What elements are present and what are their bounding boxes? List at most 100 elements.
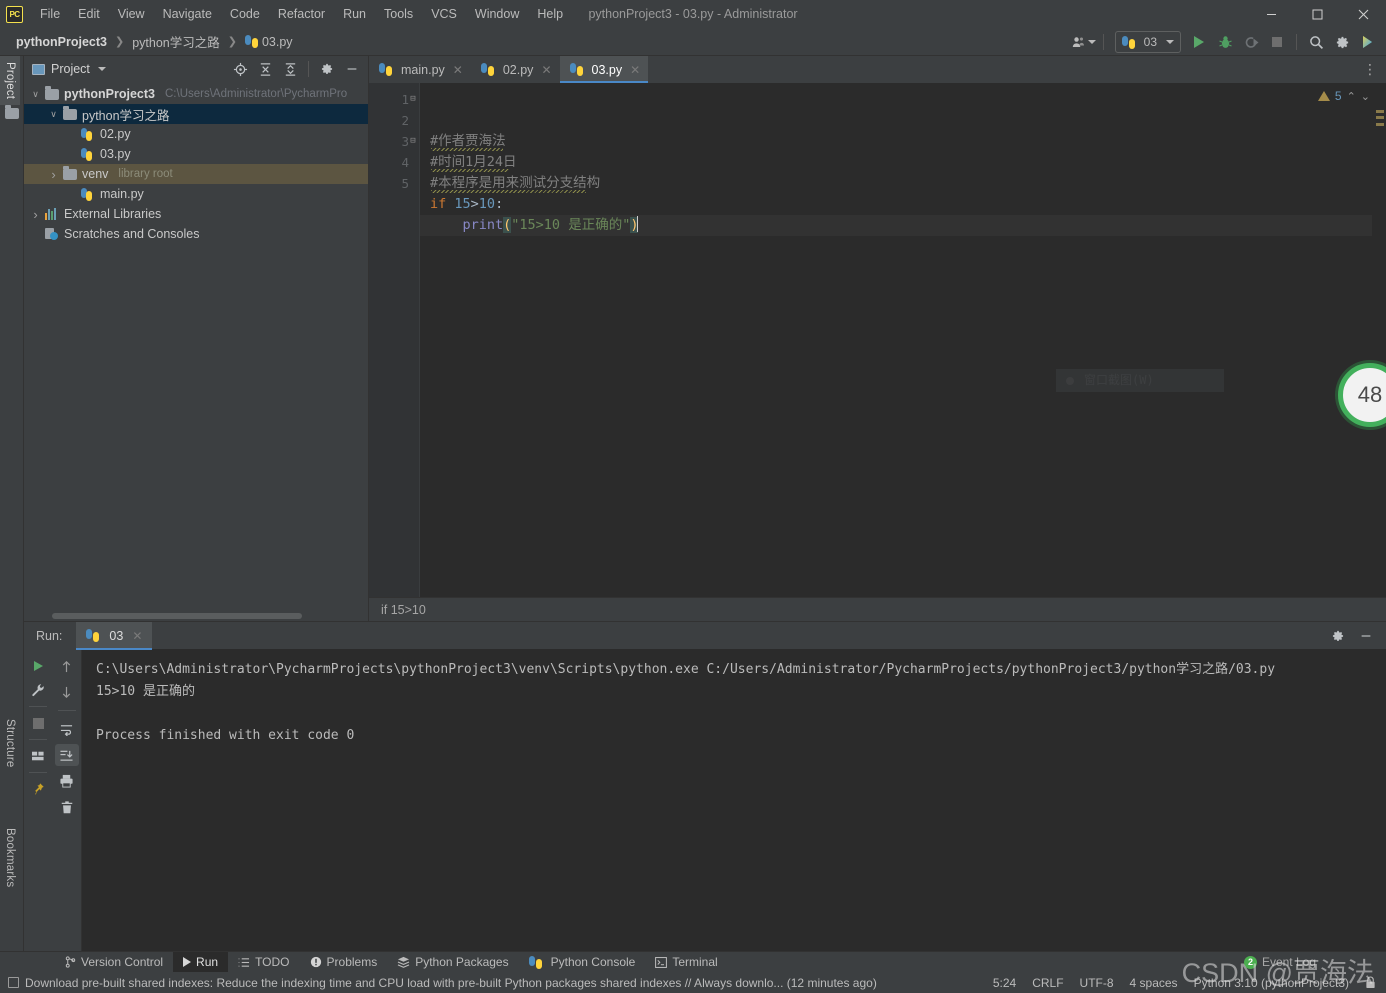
debug-icon[interactable]: [1213, 31, 1237, 53]
tool-window-button-run[interactable]: Run: [173, 951, 229, 973]
caret-position[interactable]: 5:24: [993, 976, 1016, 990]
tool-window-button-todo[interactable]: TODO: [228, 952, 299, 973]
stop-icon[interactable]: [26, 712, 50, 734]
tool-window-button-version-control[interactable]: Version Control: [55, 952, 173, 973]
sidebar-tab-bookmarks[interactable]: Bookmarks: [0, 822, 20, 893]
status-message[interactable]: Download pre-built shared indexes: Reduc…: [25, 976, 877, 990]
settings-icon[interactable]: [1330, 31, 1354, 53]
menu-item-tools[interactable]: Tools: [375, 3, 422, 25]
run-with-coverage-icon[interactable]: [1239, 31, 1263, 53]
search-everywhere-icon[interactable]: [1304, 31, 1328, 53]
menu-item-refactor[interactable]: Refactor: [269, 3, 334, 25]
run-button[interactable]: [1187, 31, 1211, 53]
menu-item-help[interactable]: Help: [528, 3, 572, 25]
checkbox-icon[interactable]: [8, 977, 19, 988]
menu-item-code[interactable]: Code: [221, 3, 269, 25]
status-message-area[interactable]: Download pre-built shared indexes: Reduc…: [0, 976, 877, 990]
menu-item-navigate[interactable]: Navigate: [154, 3, 221, 25]
next-problem-icon[interactable]: ⌄: [1361, 90, 1370, 103]
tree-node-external-libraries[interactable]: › External Libraries: [24, 204, 368, 224]
sidebar-tab-project[interactable]: Project: [0, 56, 20, 106]
settings-icon[interactable]: [1326, 625, 1350, 647]
code-line-2[interactable]: #时间1月24日: [420, 152, 1372, 173]
editor-breadcrumb[interactable]: if 15>10: [369, 597, 1386, 621]
tree-node-02-py[interactable]: 02.py: [24, 124, 368, 144]
code-line-1[interactable]: #作者贾海法: [420, 131, 1372, 152]
expand-all-icon[interactable]: [253, 58, 277, 80]
tree-node-main-py[interactable]: main.py: [24, 184, 368, 204]
pin-icon[interactable]: [26, 778, 50, 800]
source-code[interactable]: #作者贾海法 #时间1月24日 #本程序是用来测试分支结构 if 15>10: pri…: [419, 83, 1372, 597]
trash-icon[interactable]: [55, 796, 79, 818]
print-icon[interactable]: [55, 770, 79, 792]
code-line-5[interactable]: print("15>10 是正确的"): [420, 215, 1372, 236]
run-tab-03[interactable]: 03 ✕: [76, 621, 153, 650]
settings-icon[interactable]: [315, 58, 339, 80]
tool-window-button-python-console[interactable]: Python Console: [519, 952, 646, 973]
close-icon[interactable]: ✕: [541, 63, 551, 77]
indent-setting[interactable]: 4 spaces: [1130, 976, 1178, 990]
close-icon[interactable]: ✕: [132, 629, 142, 643]
rerun-icon[interactable]: [26, 655, 50, 677]
tree-node-pythonproject3[interactable]: ∨ pythonProject3 C:\Users\Administrator\Py…: [24, 84, 368, 104]
menu-item-window[interactable]: Window: [466, 3, 528, 25]
soft-wrap-icon[interactable]: [55, 718, 79, 740]
code-folding-column[interactable]: ⊟ ⊟: [406, 89, 420, 194]
fold-toggle-icon[interactable]: ⊟: [406, 89, 420, 110]
hide-panel-icon[interactable]: [340, 58, 364, 80]
chevron-down-icon[interactable]: ∨: [30, 89, 41, 100]
menu-item-file[interactable]: File: [31, 3, 69, 25]
fold-toggle-icon[interactable]: ⊟: [406, 131, 420, 152]
console-output[interactable]: C:\Users\Administrator\PycharmProjects\p…: [82, 649, 1386, 951]
code-line-3[interactable]: #本程序是用来测试分支结构: [420, 173, 1372, 194]
line-separator[interactable]: CRLF: [1032, 976, 1063, 990]
chevron-right-icon[interactable]: ›: [30, 207, 41, 222]
sidebar-tab-structure[interactable]: Structure: [0, 713, 20, 773]
up-arrow-icon[interactable]: [55, 655, 79, 677]
error-stripe-marker-bar[interactable]: [1372, 83, 1386, 597]
hide-panel-icon[interactable]: [1354, 625, 1378, 647]
code-line-4[interactable]: if 15>10:: [420, 194, 1372, 215]
tool-window-button-problems[interactable]: Problems: [300, 952, 388, 973]
tool-window-button-terminal[interactable]: Terminal: [645, 952, 727, 973]
breadcrumb-item-2[interactable]: 03.py: [241, 33, 297, 51]
menu-item-view[interactable]: View: [109, 3, 154, 25]
stop-button[interactable]: [1265, 31, 1289, 53]
folder-icon[interactable]: [0, 105, 24, 122]
breadcrumb-item-1[interactable]: python学习之路: [128, 30, 224, 53]
run-configuration-selector[interactable]: 03: [1114, 31, 1181, 53]
tool-window-button-python-packages[interactable]: Python Packages: [387, 952, 518, 973]
maximize-button[interactable]: [1294, 0, 1340, 28]
menu-item-vcs[interactable]: VCS: [422, 3, 466, 25]
file-encoding[interactable]: UTF-8: [1080, 976, 1114, 990]
down-arrow-icon[interactable]: [55, 681, 79, 703]
lock-icon[interactable]: [1365, 976, 1376, 989]
project-horizontal-scrollbar[interactable]: [24, 611, 368, 621]
inspection-widget[interactable]: 5 ⌃ ⌄: [1317, 89, 1370, 103]
breadcrumb-item-0[interactable]: pythonProject3: [12, 33, 111, 51]
python-interpreter[interactable]: Python 3.10 (pythonProject3): [1194, 976, 1349, 990]
editor-tab-main-py[interactable]: main.py ✕: [369, 56, 471, 83]
ai-assistant-icon[interactable]: [1356, 31, 1380, 53]
tree-node-python学习之路[interactable]: ∨ python学习之路: [24, 104, 368, 124]
editor-options-icon[interactable]: ⋮: [1363, 61, 1378, 78]
user-avatar-icon[interactable]: [1072, 31, 1096, 53]
minimize-button[interactable]: [1248, 0, 1294, 28]
code-editor[interactable]: 1 2 3 4 5 ⊟ ⊟ #作者贾海法 #时间1月24日 #本程序是用来测试分支结构 if 15…: [369, 83, 1386, 597]
close-button[interactable]: [1340, 0, 1386, 28]
chevron-right-icon[interactable]: ›: [48, 167, 59, 182]
menu-item-edit[interactable]: Edit: [69, 3, 109, 25]
previous-problem-icon[interactable]: ⌃: [1347, 90, 1356, 103]
menu-item-run[interactable]: Run: [334, 3, 375, 25]
wrench-icon[interactable]: [26, 679, 50, 701]
layout-icon[interactable]: [26, 745, 50, 767]
chevron-down-icon[interactable]: [97, 67, 106, 71]
event-log-label[interactable]: Event Log: [1262, 955, 1316, 969]
event-log-indicator[interactable]: 2 Event Log: [1243, 955, 1316, 969]
locate-icon[interactable]: [228, 58, 252, 80]
collapse-all-icon[interactable]: [278, 58, 302, 80]
editor-tab-03-py[interactable]: 03.py ✕: [559, 56, 649, 83]
tree-node-03-py[interactable]: 03.py: [24, 144, 368, 164]
tree-node-scratches-and-consoles[interactable]: Scratches and Consoles: [24, 224, 368, 244]
chevron-down-icon[interactable]: ∨: [48, 109, 59, 120]
